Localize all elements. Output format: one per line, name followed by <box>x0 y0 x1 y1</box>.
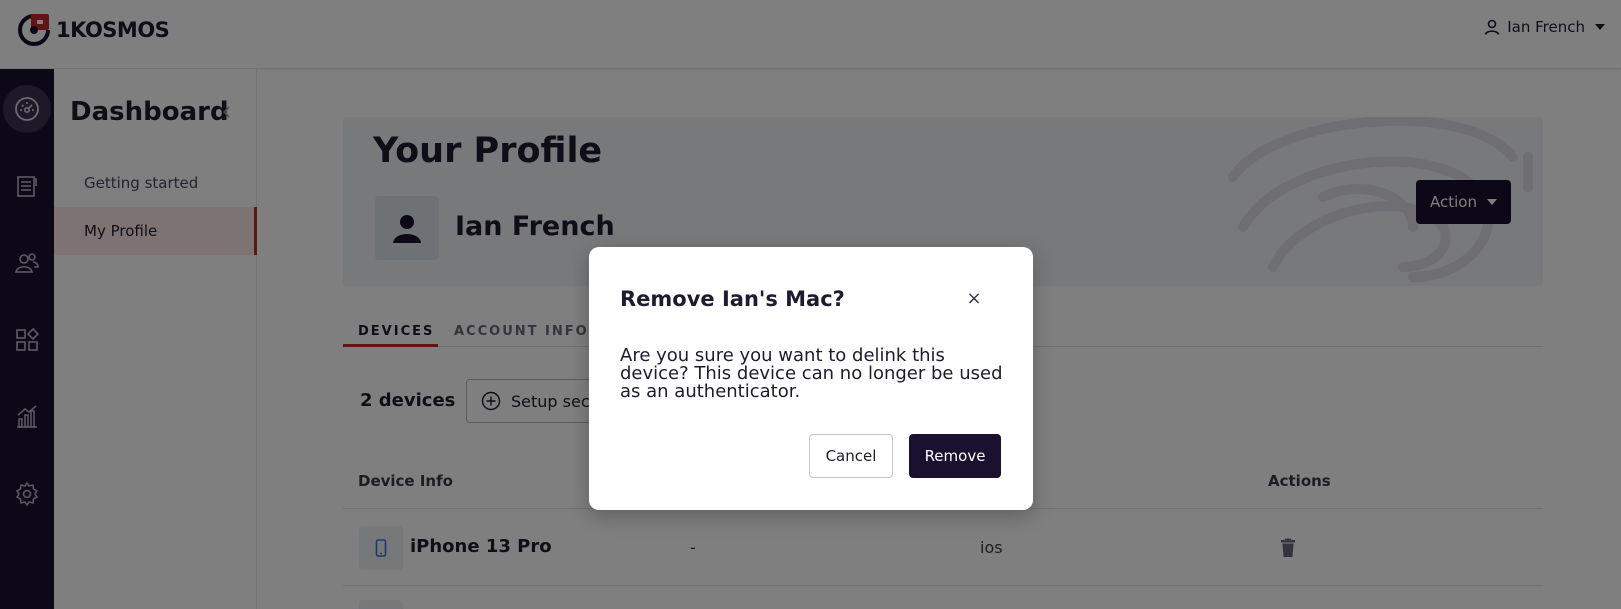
remove-button[interactable]: Remove <box>909 434 1001 478</box>
dialog-title: Remove Ian's Mac? <box>620 287 845 311</box>
cancel-button[interactable]: Cancel <box>809 434 893 478</box>
close-icon[interactable]: × <box>966 290 982 308</box>
dialog-message: Are you sure you want to delink this dev… <box>620 345 1003 402</box>
remove-device-dialog: Remove Ian's Mac? × Are you sure you wan… <box>589 247 1033 510</box>
